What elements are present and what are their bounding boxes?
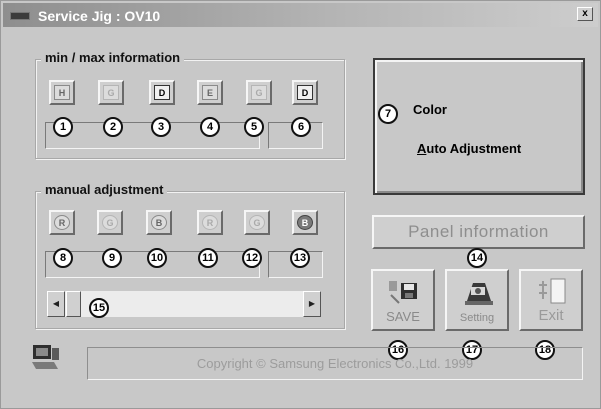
h-position-icon: H: [54, 85, 70, 100]
red-icon: R: [54, 215, 70, 230]
panel-information-button[interactable]: Panel information: [372, 215, 585, 249]
blue-offset-icon: B: [297, 215, 313, 230]
marker-6: 6: [291, 117, 311, 137]
brightness-icon: D: [297, 85, 313, 100]
marker-9: 9: [102, 248, 122, 268]
auto-rest: uto Adjustment: [426, 141, 522, 156]
marker-12: 12: [242, 248, 262, 268]
marker-7: 7: [378, 104, 398, 124]
manual-button-6[interactable]: B: [292, 210, 318, 235]
minmax-button-1[interactable]: H: [49, 80, 75, 105]
exit-label: Exit: [538, 307, 564, 324]
marker-3: 3: [151, 117, 171, 137]
scroll-left-arrow[interactable]: ◀: [47, 291, 65, 317]
marker-4: 4: [200, 117, 220, 137]
window-title: Service Jig : OV10: [38, 8, 161, 24]
marker-14: 14: [467, 248, 487, 268]
service-jig-window: Service Jig : OV10 x min / max informati…: [0, 0, 601, 409]
v-size-icon: E: [202, 85, 218, 100]
floppy-disk-icon: [389, 281, 417, 304]
setting-label: Setting: [459, 312, 495, 324]
color-auto-panel[interactable]: Color Auto Adjustment: [373, 58, 585, 195]
manual-button-1[interactable]: R: [49, 210, 75, 235]
setting-button[interactable]: Setting: [445, 269, 509, 331]
red-offset-icon: R: [202, 215, 218, 230]
gear-icon: [465, 283, 493, 305]
auto-hotkey: A: [417, 141, 427, 156]
minmax-title: min / max information: [41, 50, 185, 65]
auto-adjustment-label[interactable]: Auto Adjustment: [417, 141, 521, 156]
exit-door-icon: [539, 278, 566, 304]
minmax-button-3[interactable]: D: [149, 80, 175, 105]
manual-title: manual adjustment: [41, 182, 168, 197]
computer-icon: [32, 345, 59, 369]
marker-1: 1: [53, 117, 73, 137]
blue-icon: B: [151, 215, 167, 230]
marker-10: 10: [147, 248, 167, 268]
manual-button-5[interactable]: G: [244, 210, 270, 235]
minmax-button-6[interactable]: D: [292, 80, 318, 105]
marker-8: 8: [53, 248, 73, 268]
minmax-button-2[interactable]: G: [98, 80, 124, 105]
save-button[interactable]: SAVE: [371, 269, 435, 331]
scroll-thumb[interactable]: [66, 291, 81, 317]
app-icon: [10, 12, 30, 20]
green-offset-icon: G: [249, 215, 265, 230]
minmax-button-4[interactable]: E: [197, 80, 223, 105]
scroll-right-arrow[interactable]: ▶: [303, 291, 321, 317]
h-size-icon: D: [154, 85, 170, 100]
manual-button-4[interactable]: R: [197, 210, 223, 235]
minmax-button-5[interactable]: G: [246, 80, 272, 105]
manual-button-3[interactable]: B: [146, 210, 172, 235]
marker-15: 15: [89, 298, 109, 318]
color-label: Color: [413, 102, 447, 117]
save-label: SAVE: [386, 309, 420, 324]
manual-button-2[interactable]: G: [97, 210, 123, 235]
marker-5: 5: [244, 117, 264, 137]
title-bar[interactable]: Service Jig : OV10 x: [3, 3, 598, 27]
contrast-icon: G: [251, 85, 267, 100]
close-button[interactable]: x: [577, 7, 593, 21]
marker-13: 13: [290, 248, 310, 268]
green-icon: G: [102, 215, 118, 230]
exit-button[interactable]: Exit: [519, 269, 583, 331]
marker-11: 11: [198, 248, 218, 268]
adjustment-scrollbar[interactable]: ◀ ▶: [47, 291, 321, 317]
copyright-text: Copyright © Samsung Electronics Co.,Ltd.…: [87, 347, 583, 380]
marker-2: 2: [103, 117, 123, 137]
v-position-icon: G: [103, 85, 119, 100]
